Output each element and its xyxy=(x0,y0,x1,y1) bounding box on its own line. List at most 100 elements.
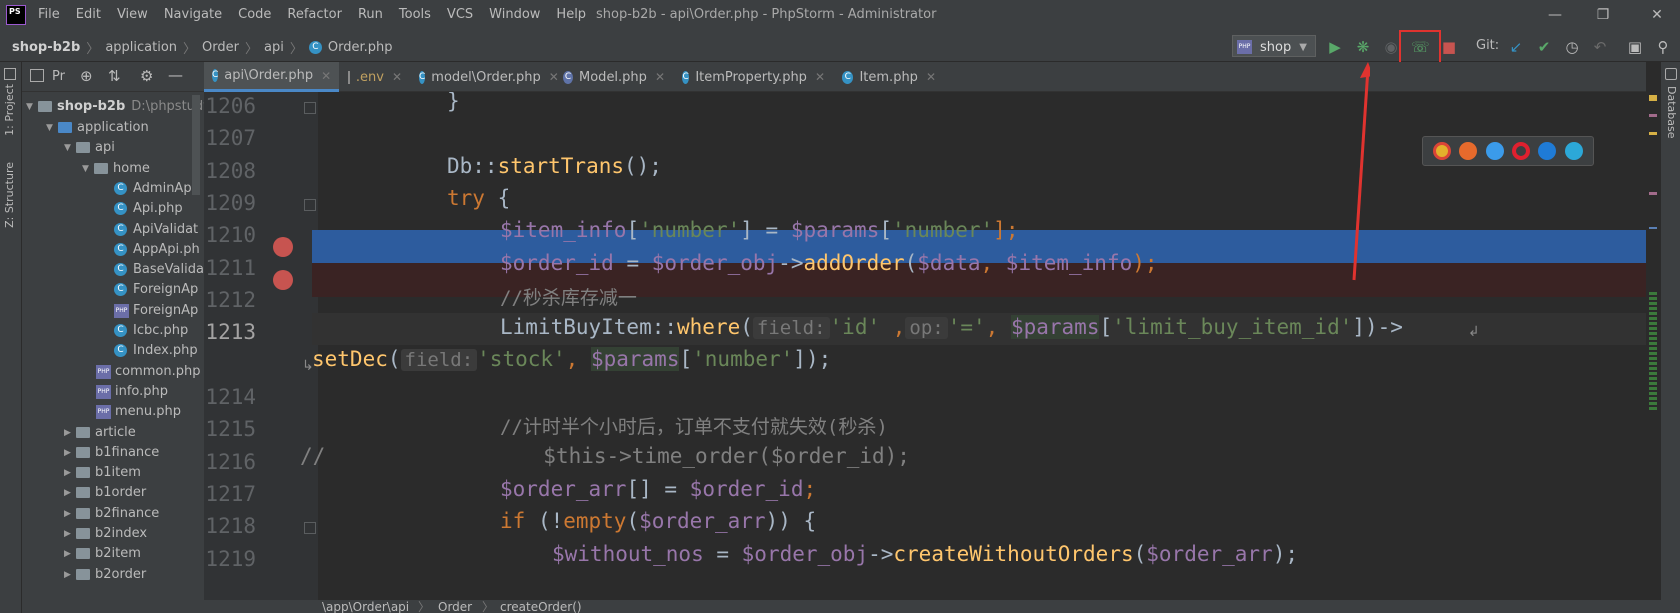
history-icon[interactable]: ◷ xyxy=(1563,38,1581,56)
tree-item[interactable]: ▼ application xyxy=(46,117,149,138)
menu-view[interactable]: View xyxy=(117,7,148,22)
run-icon[interactable]: ▶ xyxy=(1326,38,1344,56)
git-update-icon[interactable]: ↙ xyxy=(1507,38,1525,56)
tree-item[interactable]: ▶ b1item xyxy=(64,462,141,483)
tree-item[interactable]: ▶ b2item xyxy=(64,543,141,564)
expand-arrow-icon[interactable]: ▼ xyxy=(64,143,76,153)
opera-icon[interactable] xyxy=(1512,142,1531,160)
collapse-arrow-icon[interactable]: ▶ xyxy=(64,468,76,478)
search-icon[interactable]: ⚲ xyxy=(1654,38,1672,56)
run-configuration-select[interactable]: PHP shop ▼ xyxy=(1232,35,1316,57)
gear-icon[interactable]: ⚙ xyxy=(140,67,153,85)
tab-env[interactable]: .env ✕ xyxy=(340,62,410,92)
project-structure-icon[interactable]: ▣ xyxy=(1626,38,1644,56)
expand-arrow-icon[interactable]: ▼ xyxy=(26,102,38,112)
breadcrumb-order[interactable]: Order xyxy=(202,40,239,55)
tree-root[interactable]: ▼ shop-b2b D:\phpstudy xyxy=(26,96,204,117)
collapse-arrow-icon[interactable]: ▶ xyxy=(64,509,76,519)
tree-item[interactable]: C Api.php xyxy=(114,198,183,219)
expand-arrow-icon[interactable]: ▼ xyxy=(82,164,94,174)
tree-item[interactable]: ▶ b2order xyxy=(64,564,146,585)
project-scrollbar[interactable] xyxy=(192,95,200,195)
tree-item[interactable]: PHP info.php xyxy=(96,381,168,402)
menu-edit[interactable]: Edit xyxy=(76,7,101,22)
tree-item[interactable]: C Index.php xyxy=(114,340,198,361)
project-view-select[interactable]: Pr xyxy=(52,69,65,84)
tab-model-order[interactable]: C model\Order.php ✕ xyxy=(411,62,559,92)
status-crumb[interactable]: Order xyxy=(438,600,472,613)
fold-marker-icon[interactable] xyxy=(304,522,316,534)
rollback-icon[interactable]: ↶ xyxy=(1591,38,1609,56)
status-crumb[interactable]: \app\Order\api xyxy=(322,600,409,613)
breadcrumb-api[interactable]: api xyxy=(264,40,284,55)
collapse-arrow-icon[interactable]: ▶ xyxy=(64,570,76,580)
fold-marker-icon[interactable] xyxy=(304,102,316,114)
menu-vcs[interactable]: VCS xyxy=(447,7,473,22)
collapse-arrow-icon[interactable]: ▶ xyxy=(64,488,76,498)
menu-refactor[interactable]: Refactor xyxy=(287,7,342,22)
collapse-arrow-icon[interactable]: ▶ xyxy=(64,448,76,458)
tree-item[interactable]: ▼ api xyxy=(64,137,115,158)
coverage-icon[interactable]: ◉ xyxy=(1382,38,1400,56)
database-tool-button[interactable]: Database xyxy=(1665,86,1678,139)
status-crumb[interactable]: createOrder() xyxy=(500,600,582,613)
tree-item[interactable]: ▼ home xyxy=(82,158,150,179)
warning-marker[interactable] xyxy=(1649,95,1657,101)
tree-item[interactable]: C AppApi.ph xyxy=(114,239,200,260)
project-tool-button[interactable]: 1: Project xyxy=(3,84,16,136)
tree-item[interactable]: C AdminApi xyxy=(114,178,195,199)
debug-icon[interactable]: ❋ xyxy=(1354,38,1372,56)
collapse-arrow-icon[interactable]: ▶ xyxy=(64,428,76,438)
close-icon[interactable]: ✕ xyxy=(321,69,331,83)
tree-item[interactable]: ▶ b2index xyxy=(64,523,147,544)
minimize-icon[interactable]: — xyxy=(1540,4,1570,26)
tree-item[interactable]: C ForeignAp xyxy=(114,279,198,300)
close-icon[interactable]: ✕ xyxy=(926,70,936,84)
hide-icon[interactable]: — xyxy=(168,66,183,84)
close-icon[interactable]: ✕ xyxy=(1642,4,1672,26)
collapse-arrow-icon[interactable]: ▶ xyxy=(64,529,76,539)
menu-tools[interactable]: Tools xyxy=(399,7,431,22)
tree-item[interactable]: PHP ForeignAp xyxy=(114,300,198,321)
tab-api-order[interactable]: C api\Order.php ✕ xyxy=(204,62,339,92)
menu-help[interactable]: Help xyxy=(556,7,586,22)
chrome-icon[interactable] xyxy=(1433,142,1452,160)
tree-item[interactable]: C Icbc.php xyxy=(114,320,188,341)
tree-item[interactable]: C BaseValida xyxy=(114,259,204,280)
error-stripe[interactable] xyxy=(1646,92,1660,600)
close-icon[interactable]: ✕ xyxy=(815,70,825,84)
locate-icon[interactable]: ⊕ xyxy=(80,67,93,85)
tab-model[interactable]: C Model.php ✕ xyxy=(555,62,673,92)
close-icon[interactable]: ✕ xyxy=(392,70,402,84)
tab-item-property[interactable]: C ItemProperty.php ✕ xyxy=(674,62,833,92)
menu-run[interactable]: Run xyxy=(358,7,383,22)
menu-window[interactable]: Window xyxy=(489,7,540,22)
git-commit-icon[interactable]: ✔ xyxy=(1535,38,1553,56)
collapse-all-icon[interactable]: ⇅ xyxy=(108,67,121,85)
fold-marker-icon[interactable] xyxy=(304,199,316,211)
structure-tool-button[interactable]: Z: Structure xyxy=(3,162,16,228)
stop-icon[interactable]: ■ xyxy=(1440,38,1458,56)
tree-item[interactable]: ▶ b1order xyxy=(64,482,146,503)
breakpoint-icon[interactable] xyxy=(273,237,293,257)
breadcrumb-project[interactable]: shop-b2b xyxy=(12,40,80,55)
ie-icon[interactable] xyxy=(1538,142,1557,160)
breadcrumb-application[interactable]: application xyxy=(105,40,177,55)
menu-file[interactable]: File xyxy=(38,7,60,22)
breadcrumb-file[interactable]: Order.php xyxy=(328,40,393,55)
tree-item[interactable]: C ApiValidat xyxy=(114,219,198,240)
code-editor[interactable]: 1206 1207 1208 1209 1210 1211 1212 1213 … xyxy=(204,92,1646,600)
safari-icon[interactable] xyxy=(1485,142,1504,160)
tree-item[interactable]: PHP menu.php xyxy=(96,401,181,422)
edge-icon[interactable] xyxy=(1564,142,1583,160)
restore-icon[interactable]: ❐ xyxy=(1588,4,1618,26)
tree-item[interactable]: PHP common.php xyxy=(96,361,201,382)
expand-arrow-icon[interactable]: ▼ xyxy=(46,123,58,133)
breakpoint-icon[interactable] xyxy=(273,270,293,290)
tree-item[interactable]: ▶ b1finance xyxy=(64,442,159,463)
menu-navigate[interactable]: Navigate xyxy=(164,7,222,22)
collapse-arrow-icon[interactable]: ▶ xyxy=(64,549,76,559)
close-icon[interactable]: ✕ xyxy=(655,70,665,84)
tree-item[interactable]: ▶ article xyxy=(64,422,136,443)
firefox-icon[interactable] xyxy=(1459,142,1478,160)
